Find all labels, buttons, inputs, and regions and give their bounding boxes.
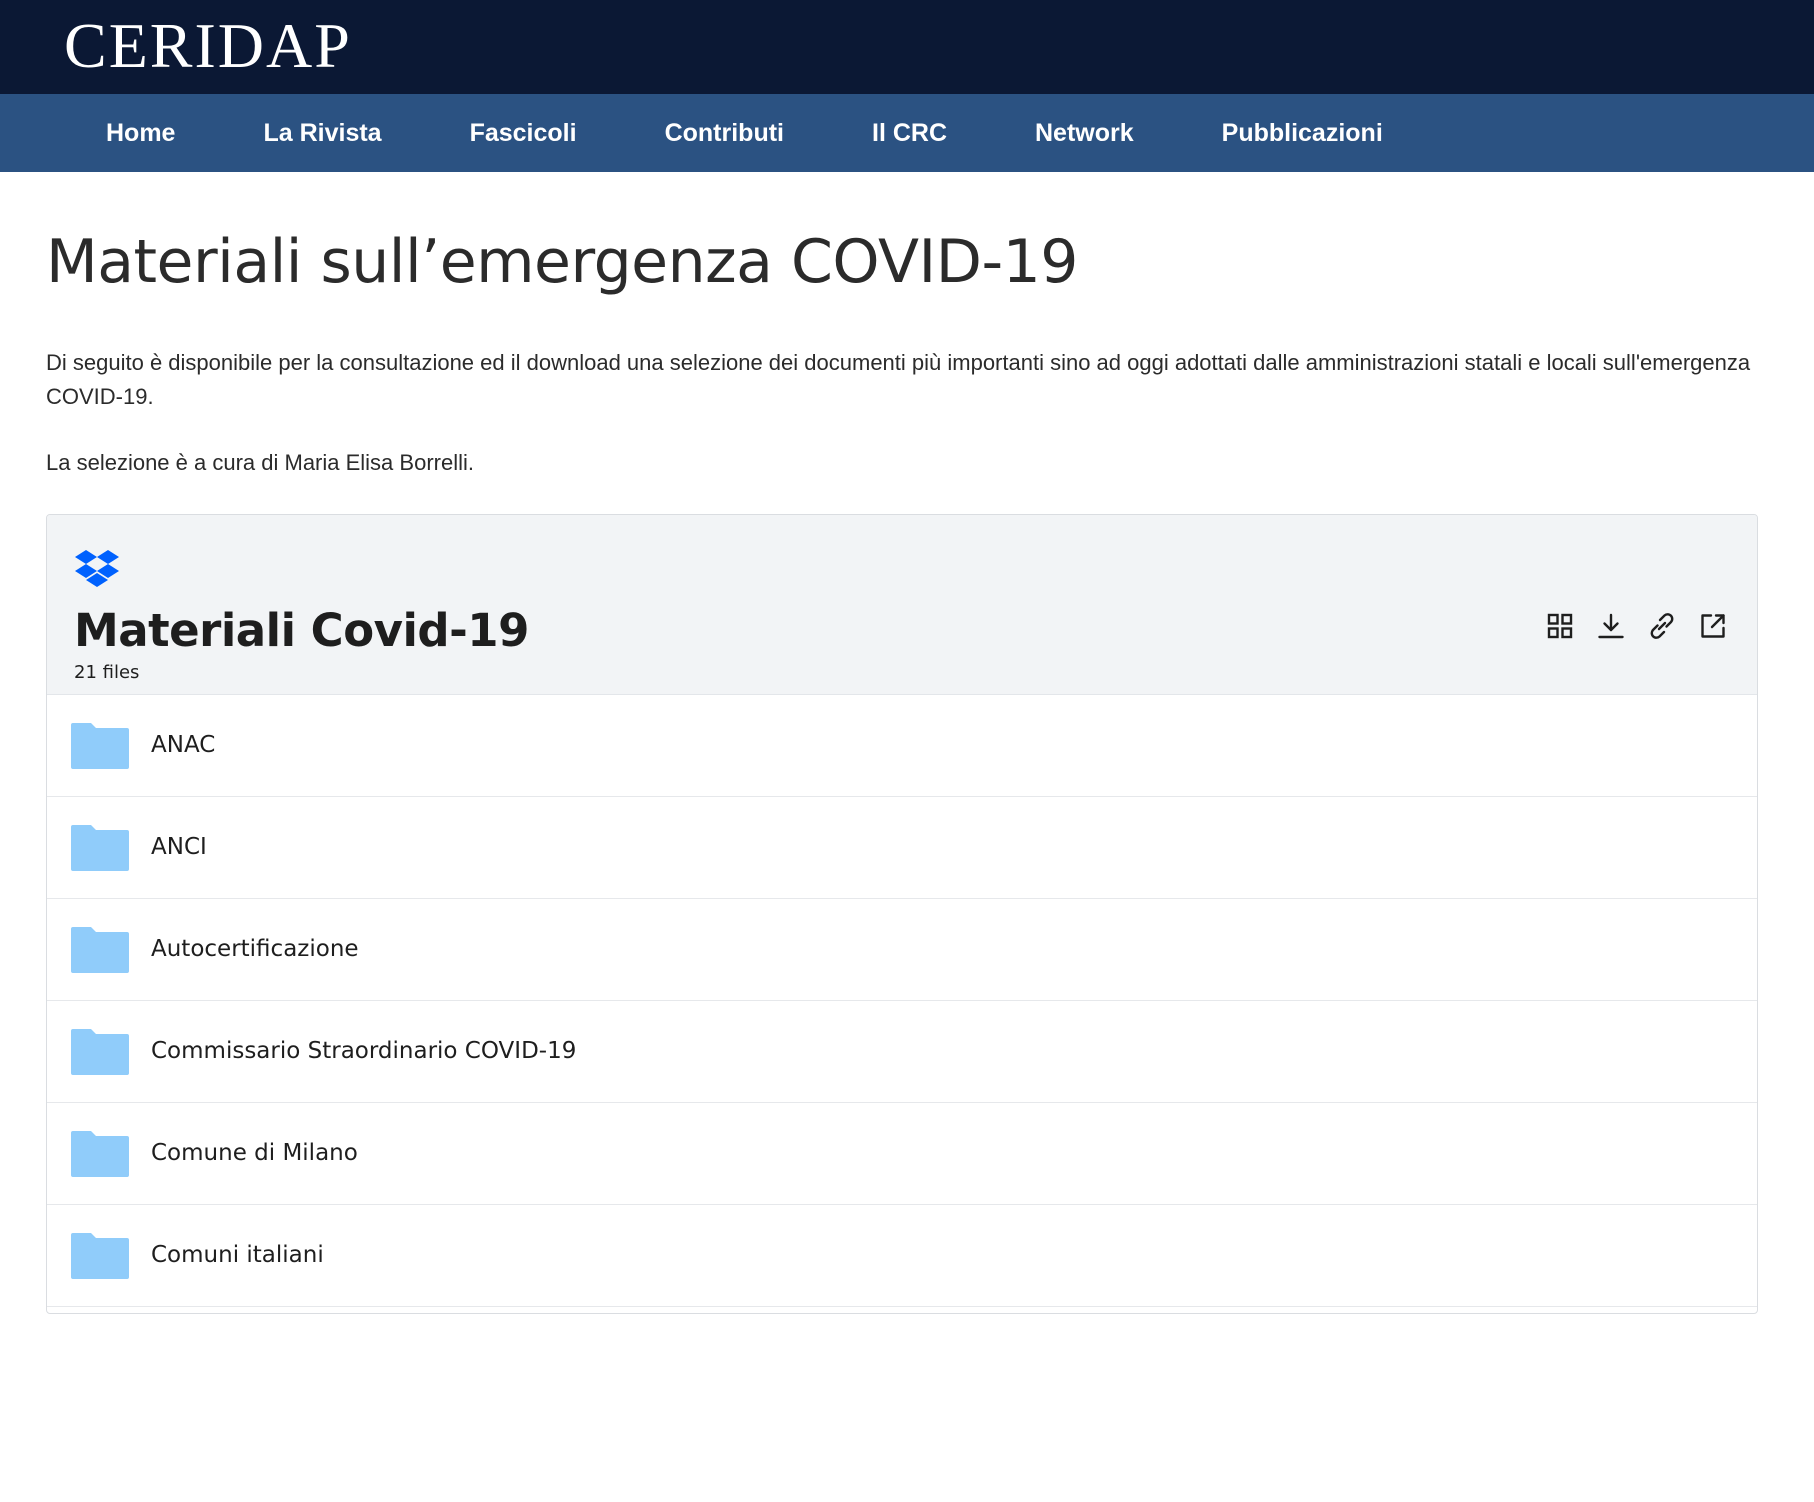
folder-icon bbox=[71, 1131, 129, 1177]
file-name: Comuni italiani bbox=[151, 1242, 324, 1268]
dropbox-icon bbox=[75, 550, 119, 587]
folder-icon bbox=[71, 1029, 129, 1075]
main-nav: Home La Rivista Fascicoli Contributi Il … bbox=[0, 94, 1814, 172]
folder-icon bbox=[71, 723, 129, 769]
embed-actions bbox=[1546, 612, 1727, 640]
nav-item-la-rivista[interactable]: La Rivista bbox=[219, 94, 425, 172]
nav-item-contributi[interactable]: Contributi bbox=[621, 94, 828, 172]
nav-item-network[interactable]: Network bbox=[991, 94, 1178, 172]
download-icon[interactable] bbox=[1597, 612, 1625, 640]
nav-item-fascicoli[interactable]: Fascicoli bbox=[426, 94, 621, 172]
intro-paragraph: Di seguito è disponibile per la consulta… bbox=[46, 350, 1751, 409]
page-content: Materiali sull’emergenza COVID-19 Di seg… bbox=[0, 172, 1814, 480]
folder-icon bbox=[71, 1233, 129, 1279]
site-header: CERIDAP bbox=[0, 0, 1814, 94]
file-count: 21 files bbox=[74, 662, 140, 683]
site-logo[interactable]: CERIDAP bbox=[64, 8, 352, 84]
nav-item-pubblicazioni[interactable]: Pubblicazioni bbox=[1178, 94, 1427, 172]
nav-item-home[interactable]: Home bbox=[62, 94, 219, 172]
folder-row-anac[interactable]: ANAC bbox=[47, 695, 1757, 797]
file-name: ANAC bbox=[151, 732, 216, 758]
nav-item-il-crc[interactable]: Il CRC bbox=[828, 94, 991, 172]
embed-title: Materiali Covid-19 bbox=[74, 604, 529, 657]
page-title: Materiali sull’emergenza COVID-19 bbox=[46, 227, 1078, 297]
copy-link-icon[interactable] bbox=[1648, 612, 1676, 640]
curator-note: La selezione è a cura di Maria Elisa Bor… bbox=[46, 450, 474, 475]
file-name: ANCI bbox=[151, 834, 207, 860]
embed-header: Materiali Covid-19 21 files bbox=[47, 515, 1757, 695]
file-name: Commissario Straordinario COVID-19 bbox=[151, 1038, 577, 1064]
dropbox-embed: Materiali Covid-19 21 files ANAC ANCI Au… bbox=[46, 514, 1758, 1314]
folder-icon bbox=[71, 927, 129, 973]
file-name: Autocertificazione bbox=[151, 936, 359, 962]
file-list: ANAC ANCI Autocertificazione Commissario… bbox=[47, 695, 1757, 1307]
folder-row-comuni-italiani[interactable]: Comuni italiani bbox=[47, 1205, 1757, 1307]
open-external-icon[interactable] bbox=[1699, 612, 1727, 640]
folder-row-comune-milano[interactable]: Comune di Milano bbox=[47, 1103, 1757, 1205]
file-name: Comune di Milano bbox=[151, 1140, 358, 1166]
grid-view-icon[interactable] bbox=[1546, 612, 1574, 640]
folder-icon bbox=[71, 825, 129, 871]
folder-row-anci[interactable]: ANCI bbox=[47, 797, 1757, 899]
folder-row-autocertificazione[interactable]: Autocertificazione bbox=[47, 899, 1757, 1001]
folder-row-commissario[interactable]: Commissario Straordinario COVID-19 bbox=[47, 1001, 1757, 1103]
